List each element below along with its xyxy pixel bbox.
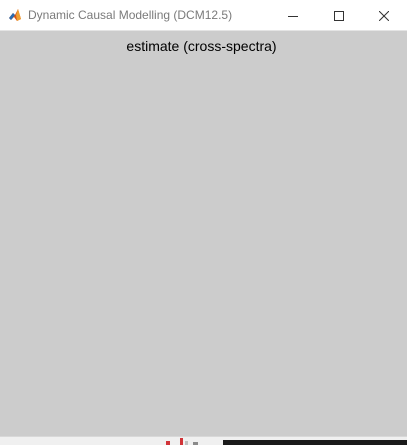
window-title: Dynamic Causal Modelling (DCM12.5) — [28, 8, 233, 22]
minimize-icon — [288, 15, 298, 17]
taskbar-strip — [0, 436, 407, 445]
taskbar-dark-region — [223, 440, 407, 445]
taskbar-app-icon[interactable] — [180, 438, 183, 445]
close-icon — [379, 10, 389, 21]
taskbar-app-icon[interactable] — [185, 441, 188, 445]
matlab-icon[interactable] — [8, 8, 22, 22]
window-titlebar[interactable]: Dynamic Causal Modelling (DCM12.5) — [0, 0, 407, 31]
figure-title: estimate (cross-spectra) — [126, 38, 277, 54]
taskbar-app-icon[interactable] — [166, 441, 170, 445]
close-button[interactable] — [361, 0, 407, 31]
minimize-button[interactable] — [270, 0, 316, 31]
dcm-figure-window: Dynamic Causal Modelling (DCM12.5) estim… — [0, 0, 407, 445]
figure-canvas[interactable]: estimate (cross-spectra) — [0, 31, 407, 436]
maximize-button[interactable] — [316, 0, 362, 31]
maximize-icon — [334, 10, 344, 21]
